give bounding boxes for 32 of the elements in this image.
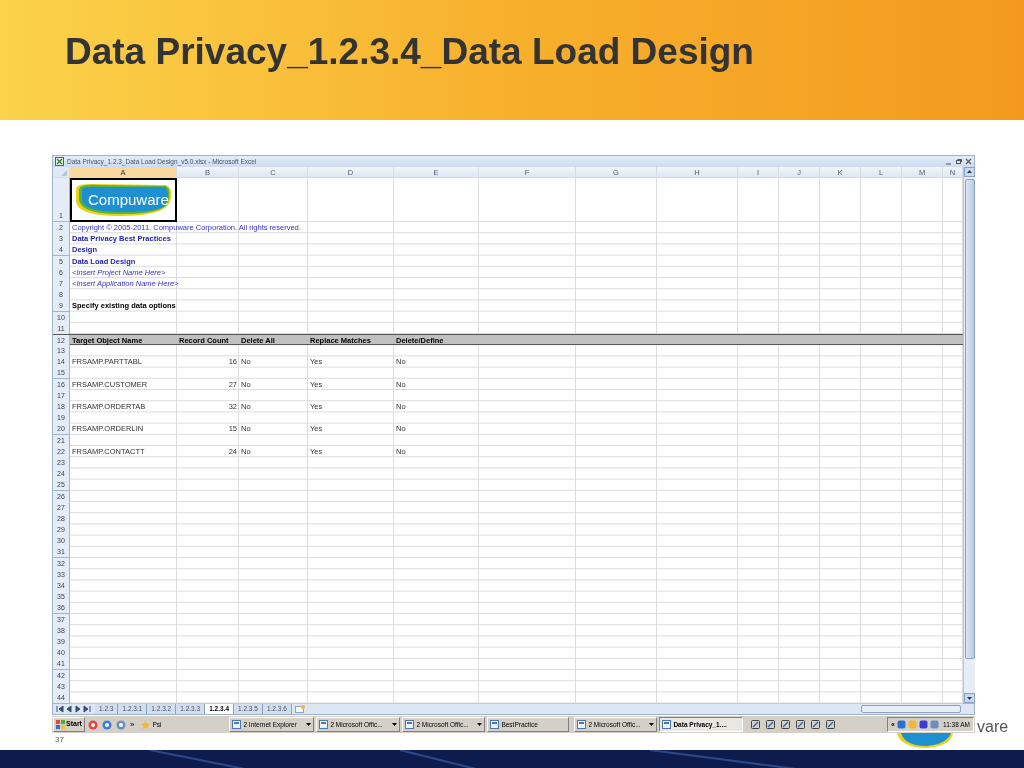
logo-text: vare <box>977 717 1009 738</box>
restore-icon[interactable] <box>955 158 962 165</box>
scrollbar-thumb[interactable] <box>964 179 975 659</box>
circle-app-icon[interactable] <box>87 719 98 730</box>
app-window-icon <box>490 720 500 730</box>
app-window-icon <box>662 720 672 730</box>
excel-icon <box>55 157 64 166</box>
app-window-icon <box>232 720 242 730</box>
vertical-scrollbar[interactable] <box>963 167 975 704</box>
dropdown-caret-icon <box>306 722 312 727</box>
horizontal-scrollbar[interactable] <box>861 705 961 714</box>
logo-text: Compuware <box>88 191 169 209</box>
star-icon <box>141 720 151 730</box>
close-icon[interactable] <box>965 158 972 165</box>
app-window-icon <box>405 720 415 730</box>
pen-icon[interactable] <box>750 719 762 731</box>
selected-cell[interactable]: Compuware <box>70 178 177 222</box>
scroll-up-icon[interactable] <box>964 167 975 177</box>
dropdown-caret-icon <box>392 722 398 727</box>
app-window-icon <box>577 720 587 730</box>
more-button[interactable]: » <box>128 719 136 730</box>
sheet-navigation-icon[interactable] <box>55 705 93 714</box>
logo-swoosh-icon <box>74 182 174 218</box>
windows-flag-icon <box>56 720 65 730</box>
logo-swoosh-icon <box>895 733 955 749</box>
scroll-down-icon[interactable] <box>964 693 975 704</box>
dropdown-caret-icon <box>649 722 655 727</box>
slide-title: Data Privacy_1.2.3.4_Data Load Design <box>65 30 755 74</box>
slide-number: 37 <box>55 734 64 747</box>
dropdown-caret-icon <box>477 722 483 727</box>
insert-sheet-icon[interactable] <box>293 705 306 714</box>
app-window-icon <box>319 720 329 730</box>
